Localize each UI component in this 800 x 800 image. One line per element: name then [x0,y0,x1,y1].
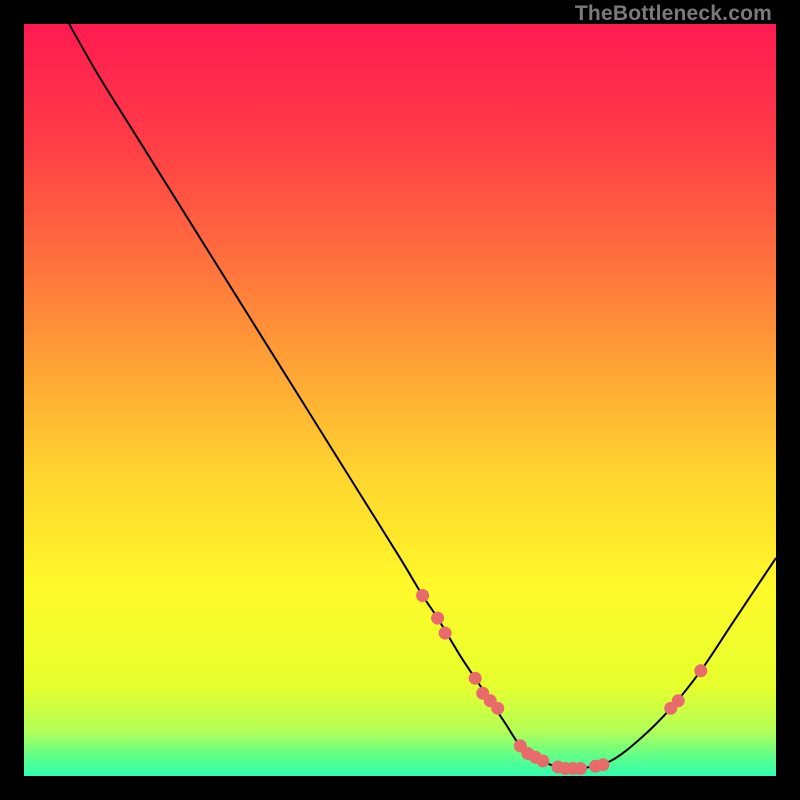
bottleneck-curve [69,24,776,769]
data-point [439,627,452,640]
data-point [694,664,707,677]
chart-plot-area [24,24,776,776]
data-point [416,589,429,602]
data-point [469,672,482,685]
data-point [672,694,685,707]
data-point [536,754,549,767]
data-point [491,702,504,715]
data-markers [416,589,707,775]
data-point [574,762,587,775]
watermark-text: TheBottleneck.com [575,2,772,26]
data-point [431,612,444,625]
curve-layer [24,24,776,776]
data-point [597,758,610,771]
